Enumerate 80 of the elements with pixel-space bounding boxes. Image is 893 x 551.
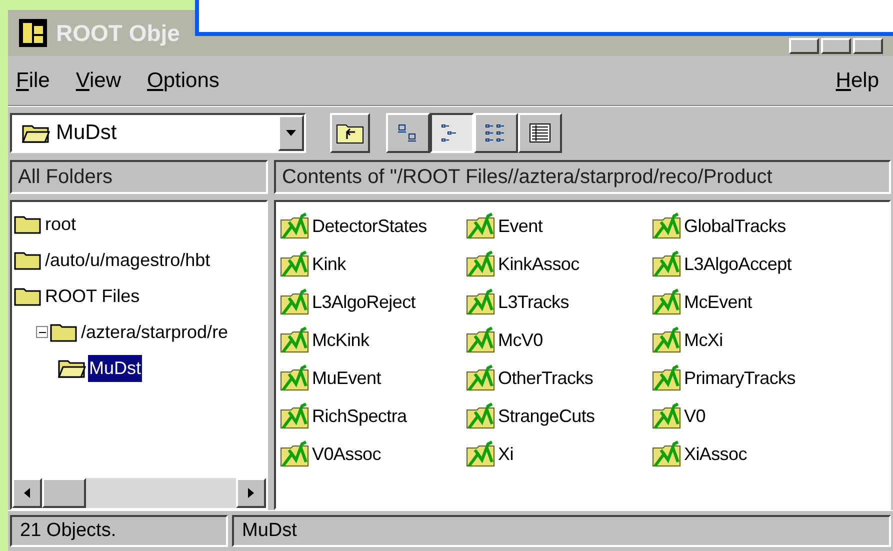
leaf-folder-icon — [652, 402, 682, 430]
tree-item[interactable]: /auto/u/magestro/hbt — [44, 246, 212, 274]
leaf-folder-icon — [466, 250, 496, 278]
object-item[interactable]: GlobalTracks — [684, 212, 786, 240]
scroll-thumb[interactable] — [42, 478, 86, 508]
leaf-folder-icon — [652, 440, 682, 468]
app-icon — [18, 18, 48, 48]
menu-item[interactable]: File — [16, 64, 50, 96]
leaf-folder-icon — [280, 326, 310, 354]
folder-icon — [14, 214, 42, 234]
folder-icon — [50, 322, 78, 342]
object-item[interactable]: RichSpectra — [312, 402, 407, 430]
right-arrow-icon — [248, 488, 254, 498]
object-item[interactable]: Event — [498, 212, 543, 240]
object-item[interactable]: McXi — [684, 326, 723, 354]
object-item[interactable]: Xi — [498, 440, 514, 468]
object-item[interactable]: StrangeCuts — [498, 402, 595, 430]
expander-icon[interactable] — [36, 326, 48, 338]
object-item[interactable]: V0Assoc — [312, 440, 381, 468]
folder-icon — [14, 286, 42, 306]
leaf-folder-icon — [652, 212, 682, 240]
object-item[interactable]: PrimaryTracks — [684, 364, 796, 392]
leaf-folder-icon — [652, 364, 682, 392]
object-item[interactable]: DetectorStates — [312, 212, 427, 240]
tree-item[interactable]: MuDst — [88, 354, 142, 382]
object-item[interactable]: McKink — [312, 326, 370, 354]
window-title: ROOT Obje — [56, 18, 180, 48]
leaf-folder-icon — [280, 440, 310, 468]
column-header: All Folders — [10, 160, 268, 194]
status-field: 21 Objects. — [10, 515, 228, 547]
leaf-folder-icon — [466, 402, 496, 430]
object-item[interactable]: L3Tracks — [498, 288, 569, 316]
object-item[interactable]: McV0 — [498, 326, 543, 354]
leaf-folder-icon — [466, 326, 496, 354]
leaf-folder-icon — [466, 288, 496, 316]
folder-icon — [14, 250, 42, 270]
scroll-left-button[interactable] — [12, 478, 42, 508]
leaf-folder-icon — [466, 212, 496, 240]
menu-item[interactable]: Help — [836, 64, 879, 96]
left-arrow-icon — [24, 488, 30, 498]
open-folder-icon — [22, 122, 50, 142]
status-field: MuDst — [232, 515, 891, 547]
object-item[interactable]: McEvent — [684, 288, 752, 316]
dropdown-button[interactable] — [278, 114, 304, 150]
open-folder-icon — [58, 358, 86, 378]
object-item[interactable]: V0 — [684, 402, 706, 430]
up-folder-icon — [336, 122, 364, 144]
scroll-right-button[interactable] — [236, 478, 266, 508]
leaf-folder-icon — [652, 250, 682, 278]
caret-icon — [286, 130, 296, 136]
location-combobox[interactable]: MuDst — [10, 112, 306, 152]
up-folder-button[interactable] — [330, 112, 370, 152]
object-item[interactable]: L3AlgoAccept — [684, 250, 792, 278]
details-view-icon — [527, 122, 553, 144]
horizontal-scrollbar[interactable] — [12, 478, 266, 508]
column-header: Contents of "/ROOT Files//aztera/starprod/reco/Product — [274, 160, 891, 194]
tree-item[interactable]: /aztera/starprod/re — [80, 318, 230, 346]
object-item[interactable]: OtherTracks — [498, 364, 594, 392]
menu-item[interactable]: View — [76, 64, 121, 96]
tree-item[interactable]: ROOT Files — [44, 282, 141, 310]
leaf-folder-icon — [280, 402, 310, 430]
leaf-folder-icon — [280, 250, 310, 278]
leaf-folder-icon — [280, 288, 310, 316]
object-item[interactable]: Kink — [312, 250, 346, 278]
leaf-folder-icon — [280, 364, 310, 392]
leaf-folder-icon — [652, 326, 682, 354]
object-item[interactable]: KinkAssoc — [498, 250, 580, 278]
leaf-folder-icon — [466, 364, 496, 392]
object-item[interactable]: XiAssoc — [684, 440, 747, 468]
leaf-folder-icon — [466, 440, 496, 468]
maximize-button[interactable] — [821, 38, 851, 54]
leaf-folder-icon — [652, 288, 682, 316]
minimize-button[interactable] — [789, 38, 819, 54]
leaf-folder-icon — [280, 212, 310, 240]
close-button[interactable] — [853, 38, 883, 54]
view-mode-button[interactable] — [430, 112, 474, 152]
menu-item[interactable]: Options — [147, 64, 220, 96]
tree-item[interactable]: root — [44, 210, 78, 238]
object-item[interactable]: MuEvent — [312, 364, 381, 392]
object-item[interactable]: L3AlgoReject — [312, 288, 416, 316]
